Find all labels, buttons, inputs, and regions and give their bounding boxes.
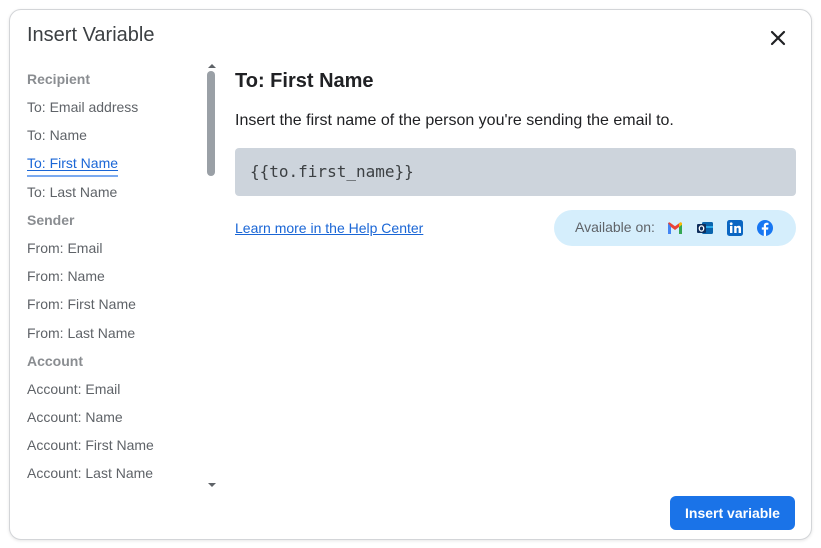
list-item-from-name[interactable]: From: Name: [27, 267, 105, 285]
list-item-to-last-name[interactable]: To: Last Name: [27, 183, 117, 201]
scroll-down-arrow[interactable]: [207, 476, 217, 487]
list-item-account-first-name[interactable]: Account: First Name: [27, 436, 154, 454]
list-item-label: To: First Name: [27, 155, 119, 171]
list-item-account-last-name[interactable]: Account: Last Name: [27, 464, 153, 482]
insert-variable-dialog: Insert Variable Recipient To: Email addr…: [9, 9, 812, 540]
variable-code-box[interactable]: {{to.first_name}}: [235, 148, 796, 196]
list-item-to-name[interactable]: To: Name: [27, 126, 87, 144]
close-icon: [770, 30, 786, 46]
dialog-title: Insert Variable: [27, 24, 155, 46]
facebook-icon: [757, 220, 773, 236]
group-heading-sender: Sender: [27, 212, 75, 228]
outlook-icon: [697, 222, 713, 234]
list-item-from-email[interactable]: From: Email: [27, 239, 102, 257]
caret-down-icon: [208, 483, 216, 487]
variable-description: Insert the first name of the person you'…: [235, 112, 674, 129]
focus-indicator: [27, 175, 119, 177]
insert-variable-button[interactable]: Insert variable: [670, 496, 795, 530]
close-button[interactable]: [768, 28, 788, 48]
scroll-up-arrow[interactable]: [207, 57, 217, 68]
group-heading-recipient: Recipient: [27, 71, 91, 87]
available-on-label: Available on:: [575, 219, 655, 235]
availability-badge: Available on:: [554, 210, 796, 246]
variable-code: {{to.first_name}}: [250, 162, 414, 181]
list-item-to-first-name[interactable]: To: First Name: [27, 154, 119, 177]
linkedin-icon: [727, 220, 743, 236]
list-item-account-email[interactable]: Account: Email: [27, 380, 120, 398]
group-heading-account: Account: [27, 353, 83, 369]
caret-up-icon: [208, 64, 216, 68]
list-item-from-last-name[interactable]: From: Last Name: [27, 324, 135, 342]
help-center-link[interactable]: Learn more in the Help Center: [235, 220, 423, 236]
gmail-icon: [668, 222, 682, 234]
list-item-from-first-name[interactable]: From: First Name: [27, 295, 136, 313]
scrollbar-thumb[interactable]: [207, 71, 215, 176]
list-item-account-name[interactable]: Account: Name: [27, 408, 123, 426]
variable-title: To: First Name: [235, 70, 374, 92]
list-item-to-email[interactable]: To: Email address: [27, 98, 138, 116]
